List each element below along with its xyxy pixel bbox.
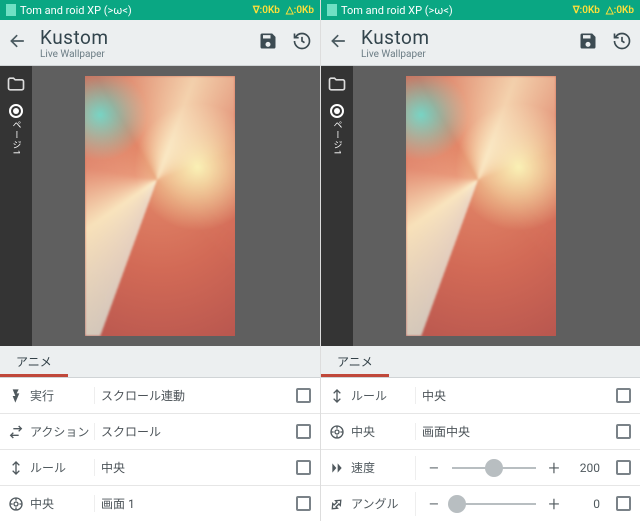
- page-label: ページ1: [10, 120, 23, 156]
- checkbox[interactable]: [606, 424, 640, 439]
- back-icon[interactable]: [8, 31, 28, 55]
- folder-icon[interactable]: [6, 74, 26, 94]
- save-icon[interactable]: [258, 31, 278, 55]
- speed-value: 200: [572, 461, 600, 475]
- net-up: △:0Kb: [286, 5, 314, 16]
- minus-button[interactable]: −: [422, 492, 446, 516]
- tab-bar: アニメ: [0, 346, 320, 378]
- wallpaper-preview[interactable]: [32, 66, 288, 346]
- preview-area: ページ1 2/3: [0, 66, 320, 346]
- checkbox[interactable]: [606, 388, 640, 403]
- row-action[interactable]: アクション スクロール: [0, 414, 320, 450]
- speed-slider[interactable]: [452, 458, 536, 478]
- row-rule[interactable]: ルール 中央: [0, 450, 320, 486]
- checkbox[interactable]: [286, 424, 320, 439]
- tab-anime[interactable]: アニメ: [321, 347, 389, 377]
- app-status-icon: [327, 4, 337, 16]
- net-down: ∇:0Kb: [253, 5, 280, 16]
- status-title: Tom and roid XP (>ω<): [341, 4, 453, 17]
- checkbox[interactable]: [286, 460, 320, 475]
- row-angle[interactable]: アングル − + 0: [321, 486, 640, 521]
- page-indicator[interactable]: ページ1: [330, 104, 344, 156]
- toolbar: Kustom Live Wallpaper: [321, 20, 640, 66]
- angle-value: 0: [572, 497, 600, 511]
- back-icon[interactable]: [329, 31, 349, 55]
- row-rule[interactable]: ルール 中央: [321, 378, 640, 414]
- status-bar: Tom and roid XP (>ω<) ∇:0Kb △:0Kb: [0, 0, 320, 20]
- app-subtitle: Live Wallpaper: [40, 49, 109, 60]
- app-title: Kustom: [40, 26, 109, 49]
- plus-button[interactable]: +: [542, 456, 566, 480]
- checkbox[interactable]: [286, 388, 320, 403]
- plus-button[interactable]: +: [542, 492, 566, 516]
- angle-slider[interactable]: [452, 494, 536, 514]
- net-down: ∇:0Kb: [573, 5, 600, 16]
- wallpaper-preview[interactable]: [353, 66, 608, 346]
- checkbox[interactable]: [606, 496, 640, 511]
- row-execute[interactable]: 実行 スクロール連動: [0, 378, 320, 414]
- row-center[interactable]: 中央 画面中央: [321, 414, 640, 450]
- property-list: 実行 スクロール連動 アクション スクロール ルール 中央 中央 画面 1: [0, 378, 320, 521]
- net-up: △:0Kb: [606, 5, 634, 16]
- app-subtitle: Live Wallpaper: [361, 49, 430, 60]
- minus-button[interactable]: −: [422, 456, 446, 480]
- tab-anime[interactable]: アニメ: [0, 347, 68, 377]
- app-title: Kustom: [361, 26, 430, 49]
- preview-area: ページ1 2/3: [321, 66, 640, 346]
- save-icon[interactable]: [578, 31, 598, 55]
- page-label: ページ1: [331, 120, 344, 156]
- checkbox[interactable]: [606, 460, 640, 475]
- history-icon[interactable]: [292, 31, 312, 55]
- page-indicator[interactable]: ページ1: [9, 104, 23, 156]
- history-icon[interactable]: [612, 31, 632, 55]
- status-title: Tom and roid XP (>ω<): [20, 4, 132, 17]
- folder-icon[interactable]: [327, 74, 347, 94]
- row-center[interactable]: 中央 画面 1: [0, 486, 320, 521]
- app-status-icon: [6, 4, 16, 16]
- status-bar: Tom and roid XP (>ω<) ∇:0Kb △:0Kb: [321, 0, 640, 20]
- checkbox[interactable]: [286, 496, 320, 511]
- row-speed[interactable]: 速度 − + 200: [321, 450, 640, 486]
- property-list: ルール 中央 中央 画面中央 速度 − + 200 アングル − +: [321, 378, 640, 521]
- toolbar: Kustom Live Wallpaper: [0, 20, 320, 66]
- tab-bar: アニメ: [321, 346, 640, 378]
